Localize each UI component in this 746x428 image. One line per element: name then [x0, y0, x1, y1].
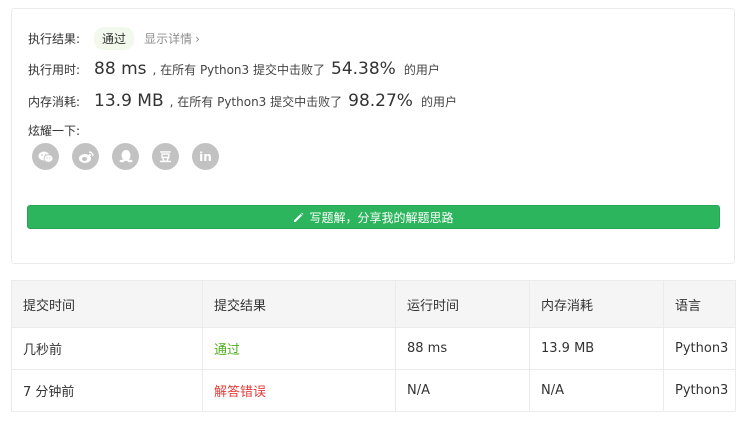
result-label: 执行结果:	[28, 32, 81, 46]
weibo-icon[interactable]	[72, 143, 99, 170]
write-solution-button[interactable]: 写题解，分享我的解题思路	[27, 205, 720, 229]
runtime-cell: N/A	[395, 369, 530, 412]
result-card: 执行结果: 通过 显示详情 › 执行用时: 88 ms , 在所有 Python…	[11, 8, 735, 264]
runtime-cell: 88 ms	[395, 327, 530, 370]
linkedin-icon[interactable]: in	[192, 143, 219, 170]
share-row-label: 炫耀一下:	[28, 122, 80, 139]
status-badge: 通过	[94, 27, 135, 50]
header-language: 语言	[663, 280, 736, 328]
show-details-label: 显示详情	[144, 32, 193, 46]
pencil-icon	[294, 212, 304, 222]
memory-prefix: , 在所有 Python3 提交中击败了	[169, 94, 343, 109]
memory-value: 13.9 MB	[94, 91, 164, 111]
share-buttons: 豆 in	[32, 143, 232, 170]
memory-cell: 13.9 MB	[529, 327, 664, 370]
memory-cell: N/A	[529, 369, 664, 412]
write-solution-label: 写题解，分享我的解题思路	[309, 210, 454, 225]
submit-time-cell: 几秒前	[11, 327, 203, 370]
header-submit-time: 提交时间	[11, 280, 203, 328]
submissions-table: 提交时间 提交结果 运行时间 内存消耗 语言 几秒前 通过 88 ms 13.9…	[11, 280, 736, 412]
submit-time-cell: 7 分钟前	[11, 369, 203, 412]
header-memory: 内存消耗	[529, 280, 664, 328]
runtime-percent: 54.38%	[331, 59, 396, 79]
wechat-icon[interactable]	[32, 143, 59, 170]
memory-percent: 98.27%	[348, 91, 413, 111]
memory-suffix: 的用户	[420, 94, 457, 109]
submit-result-link[interactable]: 通过	[202, 327, 396, 370]
runtime-label: 执行用时:	[28, 62, 81, 77]
runtime-row: 执行用时: 88 ms , 在所有 Python3 提交中击败了 54.38% …	[28, 59, 440, 79]
memory-row: 内存消耗: 13.9 MB , 在所有 Python3 提交中击败了 98.27…	[28, 91, 457, 111]
qq-icon[interactable]	[112, 143, 139, 170]
runtime-prefix: , 在所有 Python3 提交中击败了	[152, 62, 326, 77]
header-runtime: 运行时间	[395, 280, 530, 328]
runtime-value: 88 ms	[94, 59, 147, 79]
show-details-link[interactable]: 显示详情 ›	[144, 30, 200, 47]
douban-icon[interactable]: 豆	[152, 143, 179, 170]
chevron-right-icon: ›	[195, 31, 200, 46]
language-cell: Python3	[663, 369, 736, 412]
table-header-row: 提交时间 提交结果 运行时间 内存消耗 语言	[11, 280, 736, 328]
memory-label: 内存消耗:	[28, 94, 81, 109]
table-row: 几秒前 通过 88 ms 13.9 MB Python3	[11, 327, 736, 370]
share-label: 炫耀一下:	[28, 124, 81, 138]
header-submit-result: 提交结果	[202, 280, 396, 328]
language-cell: Python3	[663, 327, 736, 370]
table-row: 7 分钟前 解答错误 N/A N/A Python3	[11, 369, 736, 412]
submit-result-link[interactable]: 解答错误	[202, 369, 396, 412]
runtime-suffix: 的用户	[403, 62, 440, 77]
result-row: 执行结果: 通过 显示详情 ›	[28, 27, 200, 50]
